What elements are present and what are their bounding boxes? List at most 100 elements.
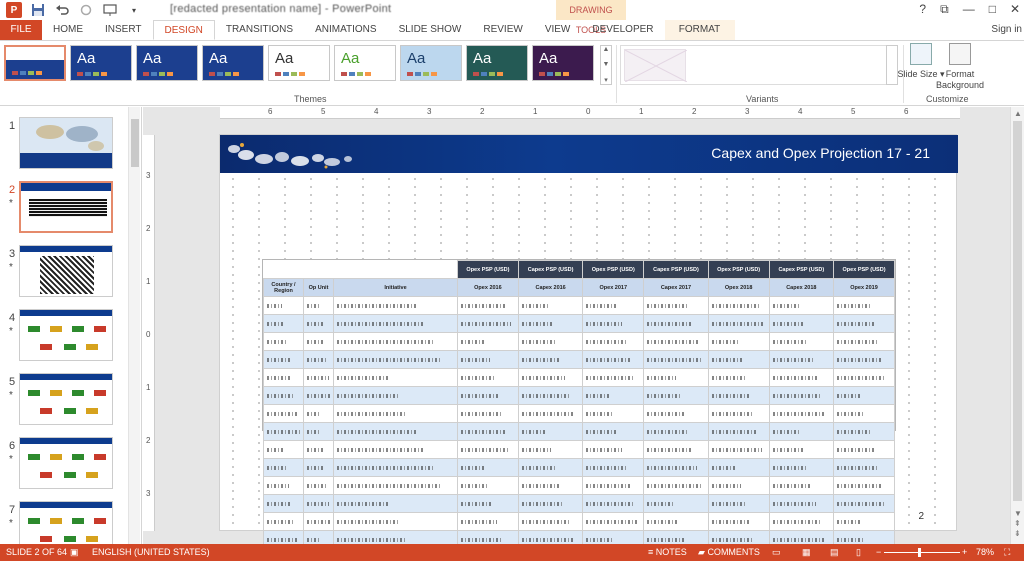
fit-slide-icon[interactable]: ⛶ <box>1004 547 1010 558</box>
table-cell[interactable] <box>303 350 334 369</box>
table-cell[interactable] <box>643 422 709 441</box>
table-cell[interactable] <box>833 494 895 513</box>
table-cell[interactable] <box>457 368 519 387</box>
table-cell[interactable] <box>303 386 334 405</box>
scroll-thumb[interactable] <box>131 119 139 167</box>
table-cell[interactable] <box>582 404 645 423</box>
tab-view[interactable]: VIEW <box>534 20 582 40</box>
table-cell[interactable] <box>707 422 770 441</box>
table-cell[interactable] <box>582 422 645 441</box>
minimize-icon[interactable]: — <box>963 2 975 17</box>
table-row[interactable] <box>263 332 895 351</box>
close-icon[interactable]: ✕ <box>1010 2 1020 17</box>
tab-design[interactable]: DESIGN <box>152 20 215 40</box>
undo-icon[interactable] <box>54 2 70 18</box>
table-cell[interactable] <box>582 314 645 333</box>
table-cell[interactable] <box>643 296 709 315</box>
table-cell[interactable] <box>833 386 895 405</box>
table-cell[interactable] <box>517 476 584 495</box>
table-cell[interactable] <box>263 422 304 441</box>
table-cell[interactable] <box>582 440 645 459</box>
slide-counter[interactable]: SLIDE 2 OF 64 <box>6 547 67 557</box>
table-cell[interactable] <box>707 350 770 369</box>
slide-thumbnail-row[interactable]: 2 * <box>0 181 128 241</box>
help-icon[interactable]: ? <box>919 2 926 17</box>
table-cell[interactable] <box>833 314 895 333</box>
table-cell[interactable] <box>707 296 770 315</box>
table-cell[interactable] <box>707 332 770 351</box>
table-cell[interactable] <box>707 404 770 423</box>
tab-slide-show[interactable]: SLIDE SHOW <box>388 20 473 40</box>
variant-option[interactable] <box>624 49 688 83</box>
table-row[interactable] <box>263 350 895 369</box>
table-row[interactable] <box>263 440 895 459</box>
table-cell[interactable] <box>457 350 519 369</box>
ribbon-display-options-icon[interactable]: ⧉ <box>940 2 949 17</box>
table-row[interactable] <box>263 512 895 531</box>
comments-button[interactable]: ▰ COMMENTS <box>698 547 760 558</box>
table-cell[interactable] <box>768 368 835 387</box>
notes-button[interactable]: ≡ NOTES <box>648 547 687 557</box>
table-cell[interactable] <box>517 314 584 333</box>
maximize-icon[interactable]: □ <box>989 2 996 17</box>
tab-developer[interactable]: DEVELOPER <box>581 20 664 40</box>
tab-review[interactable]: REVIEW <box>472 20 533 40</box>
slide-thumbnail-row[interactable]: 1 <box>0 117 128 177</box>
table-cell[interactable] <box>643 494 709 513</box>
table-cell[interactable] <box>303 404 334 423</box>
table-cell[interactable] <box>303 314 334 333</box>
table-cell[interactable] <box>833 512 895 531</box>
table-cell[interactable] <box>517 332 584 351</box>
table-cell[interactable] <box>768 458 835 477</box>
table-cell[interactable] <box>517 350 584 369</box>
table-row[interactable] <box>263 476 895 495</box>
table-cell[interactable] <box>303 368 334 387</box>
table-cell[interactable] <box>333 422 458 441</box>
tab-transitions[interactable]: TRANSITIONS <box>215 20 304 40</box>
table-row[interactable] <box>263 386 895 405</box>
slide-thumbnail[interactable] <box>19 245 113 297</box>
theme-blue-theme-3[interactable]: Aa <box>202 45 264 81</box>
slide-thumbnail-row[interactable]: 7 * <box>0 501 128 544</box>
table-cell[interactable] <box>333 332 458 351</box>
table-cell[interactable] <box>768 440 835 459</box>
table-cell[interactable] <box>303 494 334 513</box>
table-cell[interactable] <box>768 314 835 333</box>
slide-thumbnail-row[interactable]: 5 * <box>0 373 128 433</box>
slideshow-view-icon[interactable]: ▯ <box>856 547 861 558</box>
theme-facet-theme[interactable]: Aa <box>334 45 396 81</box>
table-cell[interactable] <box>333 512 458 531</box>
zoom-in-button[interactable]: + <box>962 547 967 557</box>
table-cell[interactable] <box>768 422 835 441</box>
table-cell[interactable] <box>707 494 770 513</box>
table-cell[interactable] <box>303 440 334 459</box>
slide-title[interactable]: Capex and Opex Projection 17 - 21 <box>711 145 930 161</box>
table-cell[interactable] <box>263 404 304 423</box>
table-cell[interactable] <box>517 386 584 405</box>
table-row[interactable] <box>263 296 895 315</box>
table-cell[interactable] <box>333 494 458 513</box>
slide-thumbnail[interactable] <box>19 437 113 489</box>
table-cell[interactable] <box>517 512 584 531</box>
table-cell[interactable] <box>333 440 458 459</box>
zoom-slider-thumb[interactable] <box>918 548 921 557</box>
theme-ion-theme[interactable]: Aa <box>466 45 528 81</box>
table-cell[interactable] <box>303 422 334 441</box>
table-cell[interactable] <box>833 476 895 495</box>
table-cell[interactable] <box>643 476 709 495</box>
table-cell[interactable] <box>517 296 584 315</box>
table-cell[interactable] <box>582 350 645 369</box>
scroll-thumb[interactable] <box>1013 121 1022 501</box>
sign-in-link[interactable]: Sign in <box>991 24 1022 35</box>
table-row[interactable] <box>263 422 895 441</box>
slide-thumbnail-row[interactable]: 6 * <box>0 437 128 497</box>
table-cell[interactable] <box>582 512 645 531</box>
table-cell[interactable] <box>643 458 709 477</box>
table-cell[interactable] <box>643 332 709 351</box>
tab-format[interactable]: FORMAT <box>664 20 735 40</box>
table-cell[interactable] <box>263 458 304 477</box>
zoom-level[interactable]: 78% <box>976 547 994 557</box>
format-background-button[interactable]: Format Background <box>934 43 986 91</box>
table-cell[interactable] <box>707 512 770 531</box>
zoom-slider[interactable] <box>884 552 960 553</box>
